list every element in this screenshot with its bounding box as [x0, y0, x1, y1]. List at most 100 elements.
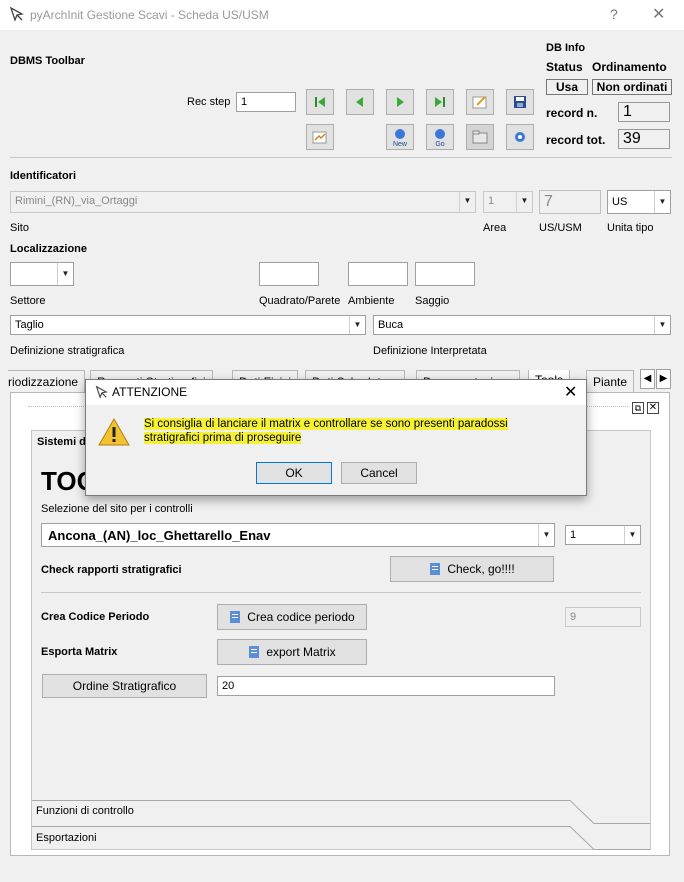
- record-n-value: 1: [618, 102, 670, 122]
- site-select-label: Selezione del sito per i controlli: [41, 503, 193, 515]
- rec-step-input[interactable]: 1: [236, 92, 296, 112]
- status-label: Status: [546, 60, 583, 74]
- export-matrix-button[interactable]: export Matrix: [217, 639, 367, 665]
- def-interp-combo[interactable]: Buca ▼: [373, 315, 671, 335]
- area-combo[interactable]: 1 ▼: [483, 191, 533, 213]
- go-button[interactable]: Go: [426, 124, 454, 150]
- export-matrix-label: export Matrix: [266, 645, 336, 659]
- crea-label: Crea Codice Periodo: [41, 611, 150, 623]
- unita-tipo-label: Unita tipo: [607, 222, 654, 234]
- def-strat-combo[interactable]: Taglio ▼: [10, 315, 366, 335]
- ambiente-input[interactable]: [348, 262, 408, 286]
- dialog-message: Si consiglia di lanciare il matrix e con…: [144, 417, 524, 445]
- chevron-down-icon: ▼: [349, 316, 365, 334]
- toolbox-section-funzioni[interactable]: Funzioni di controllo: [32, 800, 650, 824]
- first-record-button[interactable]: [306, 89, 334, 115]
- localizzazione-title: Localizzazione: [10, 243, 88, 255]
- quadrato-label: Quadrato/Parete: [259, 295, 341, 307]
- crea-value-field[interactable]: 9: [565, 607, 641, 627]
- ok-label: OK: [285, 466, 303, 480]
- chevron-down-icon: ▼: [654, 191, 670, 213]
- record-tot-value: 39: [618, 129, 670, 149]
- next-record-button[interactable]: [386, 89, 414, 115]
- us-label: US/USM: [539, 222, 582, 234]
- document-icon: [230, 611, 241, 623]
- dialog-message-line1: Si consiglia di lanciare il matrix e con…: [144, 418, 508, 430]
- toolbox-tab-shape: [32, 826, 650, 850]
- new-record-button[interactable]: New: [386, 124, 414, 150]
- report-button[interactable]: [306, 124, 334, 150]
- ordine-button[interactable]: Ordine Stratigrafico: [42, 674, 207, 698]
- save-button[interactable]: [506, 89, 534, 115]
- chevron-down-icon: ▼: [516, 192, 532, 212]
- site-num-value: 1: [570, 529, 577, 541]
- prev-record-button[interactable]: [346, 89, 374, 115]
- search-button[interactable]: [506, 124, 534, 150]
- last-record-button[interactable]: [426, 89, 454, 115]
- tab-periodizzazione[interactable]: riodizzazione: [8, 370, 86, 392]
- close-button[interactable]: ✕: [652, 4, 665, 24]
- unita-tipo-combo[interactable]: US ▼: [607, 190, 671, 214]
- saggio-input[interactable]: [415, 262, 475, 286]
- new-label: New: [393, 141, 408, 148]
- identificatori-title: Identificatori: [10, 170, 77, 182]
- us-field[interactable]: 7: [539, 190, 601, 214]
- toolbox-section-esportazioni[interactable]: Esportazioni: [32, 826, 650, 850]
- chevron-down-icon: ▼: [57, 263, 73, 285]
- crea-button-label: Crea codice periodo: [247, 610, 355, 624]
- sito-combo[interactable]: Rimini_(RN)_via_Ortaggi ▼: [10, 191, 476, 213]
- title-bar: pyArchInit Gestione Scavi - Scheda US/US…: [0, 0, 684, 30]
- crea-button[interactable]: Crea codice periodo: [217, 604, 367, 630]
- def-strat-label: Definizione stratigrafica: [10, 345, 125, 357]
- quadrato-input[interactable]: [259, 262, 319, 286]
- def-interp-value: Buca: [378, 319, 404, 331]
- chevron-down-icon: ▼: [654, 316, 670, 334]
- ok-button[interactable]: OK: [256, 462, 332, 484]
- site-combo[interactable]: Ancona_(AN)_loc_Ghettarello_Enav ▼: [41, 523, 555, 547]
- edit-record-button[interactable]: [466, 89, 494, 115]
- ordinamento-label: Ordinamento: [592, 60, 667, 74]
- check-button-label: Check, go!!!!: [447, 562, 515, 576]
- tab-piante[interactable]: Piante: [586, 370, 635, 392]
- help-button[interactable]: ?: [610, 6, 618, 22]
- sito-value: Rimini_(RN)_via_Ortaggi: [15, 195, 138, 207]
- divider: [41, 592, 641, 593]
- area-label: Area: [483, 222, 507, 234]
- app-icon: [95, 385, 108, 399]
- settore-label: Settore: [10, 295, 46, 307]
- record-n-label: record n.: [546, 106, 598, 120]
- dialog-title: ATTENZIONE: [112, 385, 188, 399]
- settore-combo[interactable]: ▼: [10, 262, 74, 286]
- cancel-button[interactable]: Cancel: [341, 462, 417, 484]
- new-icon: New: [393, 129, 408, 148]
- site-num-combo[interactable]: 1 ▼: [565, 525, 641, 545]
- chevron-down-icon: ▼: [538, 524, 554, 546]
- toolbar-title: DBMS Toolbar: [10, 55, 85, 67]
- last-record-icon: [435, 97, 445, 107]
- chevron-down-icon: ▼: [459, 192, 475, 212]
- def-interp-label: Definizione Interpretata: [373, 345, 487, 357]
- warning-icon: [98, 417, 130, 446]
- ordine-value-field[interactable]: 20: [217, 676, 555, 696]
- site-value: Ancona_(AN)_loc_Ghettarello_Enav: [48, 528, 271, 543]
- tab-scroll-left-icon[interactable]: ◀: [640, 369, 655, 389]
- folder-icon: [472, 130, 488, 144]
- save-icon: [514, 96, 526, 108]
- window-title: pyArchInit Gestione Scavi - Scheda US/US…: [30, 8, 269, 22]
- attention-dialog: ATTENZIONE ✕ Si consiglia di lanciare il…: [85, 379, 587, 496]
- tab-scroll-right-icon[interactable]: ▶: [656, 369, 671, 389]
- float-icon[interactable]: ⧉: [632, 402, 644, 414]
- dock-close-icon[interactable]: ✕: [647, 402, 659, 414]
- open-folder-button[interactable]: [466, 124, 494, 150]
- check-button[interactable]: Check, go!!!!: [390, 556, 554, 582]
- unita-tipo-value: US: [612, 196, 628, 208]
- next-record-icon: [397, 97, 404, 107]
- ambiente-label: Ambiente: [348, 295, 395, 307]
- toolbox-esportazioni-label: Esportazioni: [36, 832, 97, 844]
- edit-icon: [472, 96, 487, 109]
- record-tot-label: record tot.: [546, 133, 606, 147]
- dialog-close-icon[interactable]: ✕: [564, 382, 577, 402]
- ordine-button-label: Ordine Stratigrafico: [72, 679, 177, 693]
- report-icon: [312, 131, 327, 144]
- db-info-title: DB Info: [546, 42, 586, 54]
